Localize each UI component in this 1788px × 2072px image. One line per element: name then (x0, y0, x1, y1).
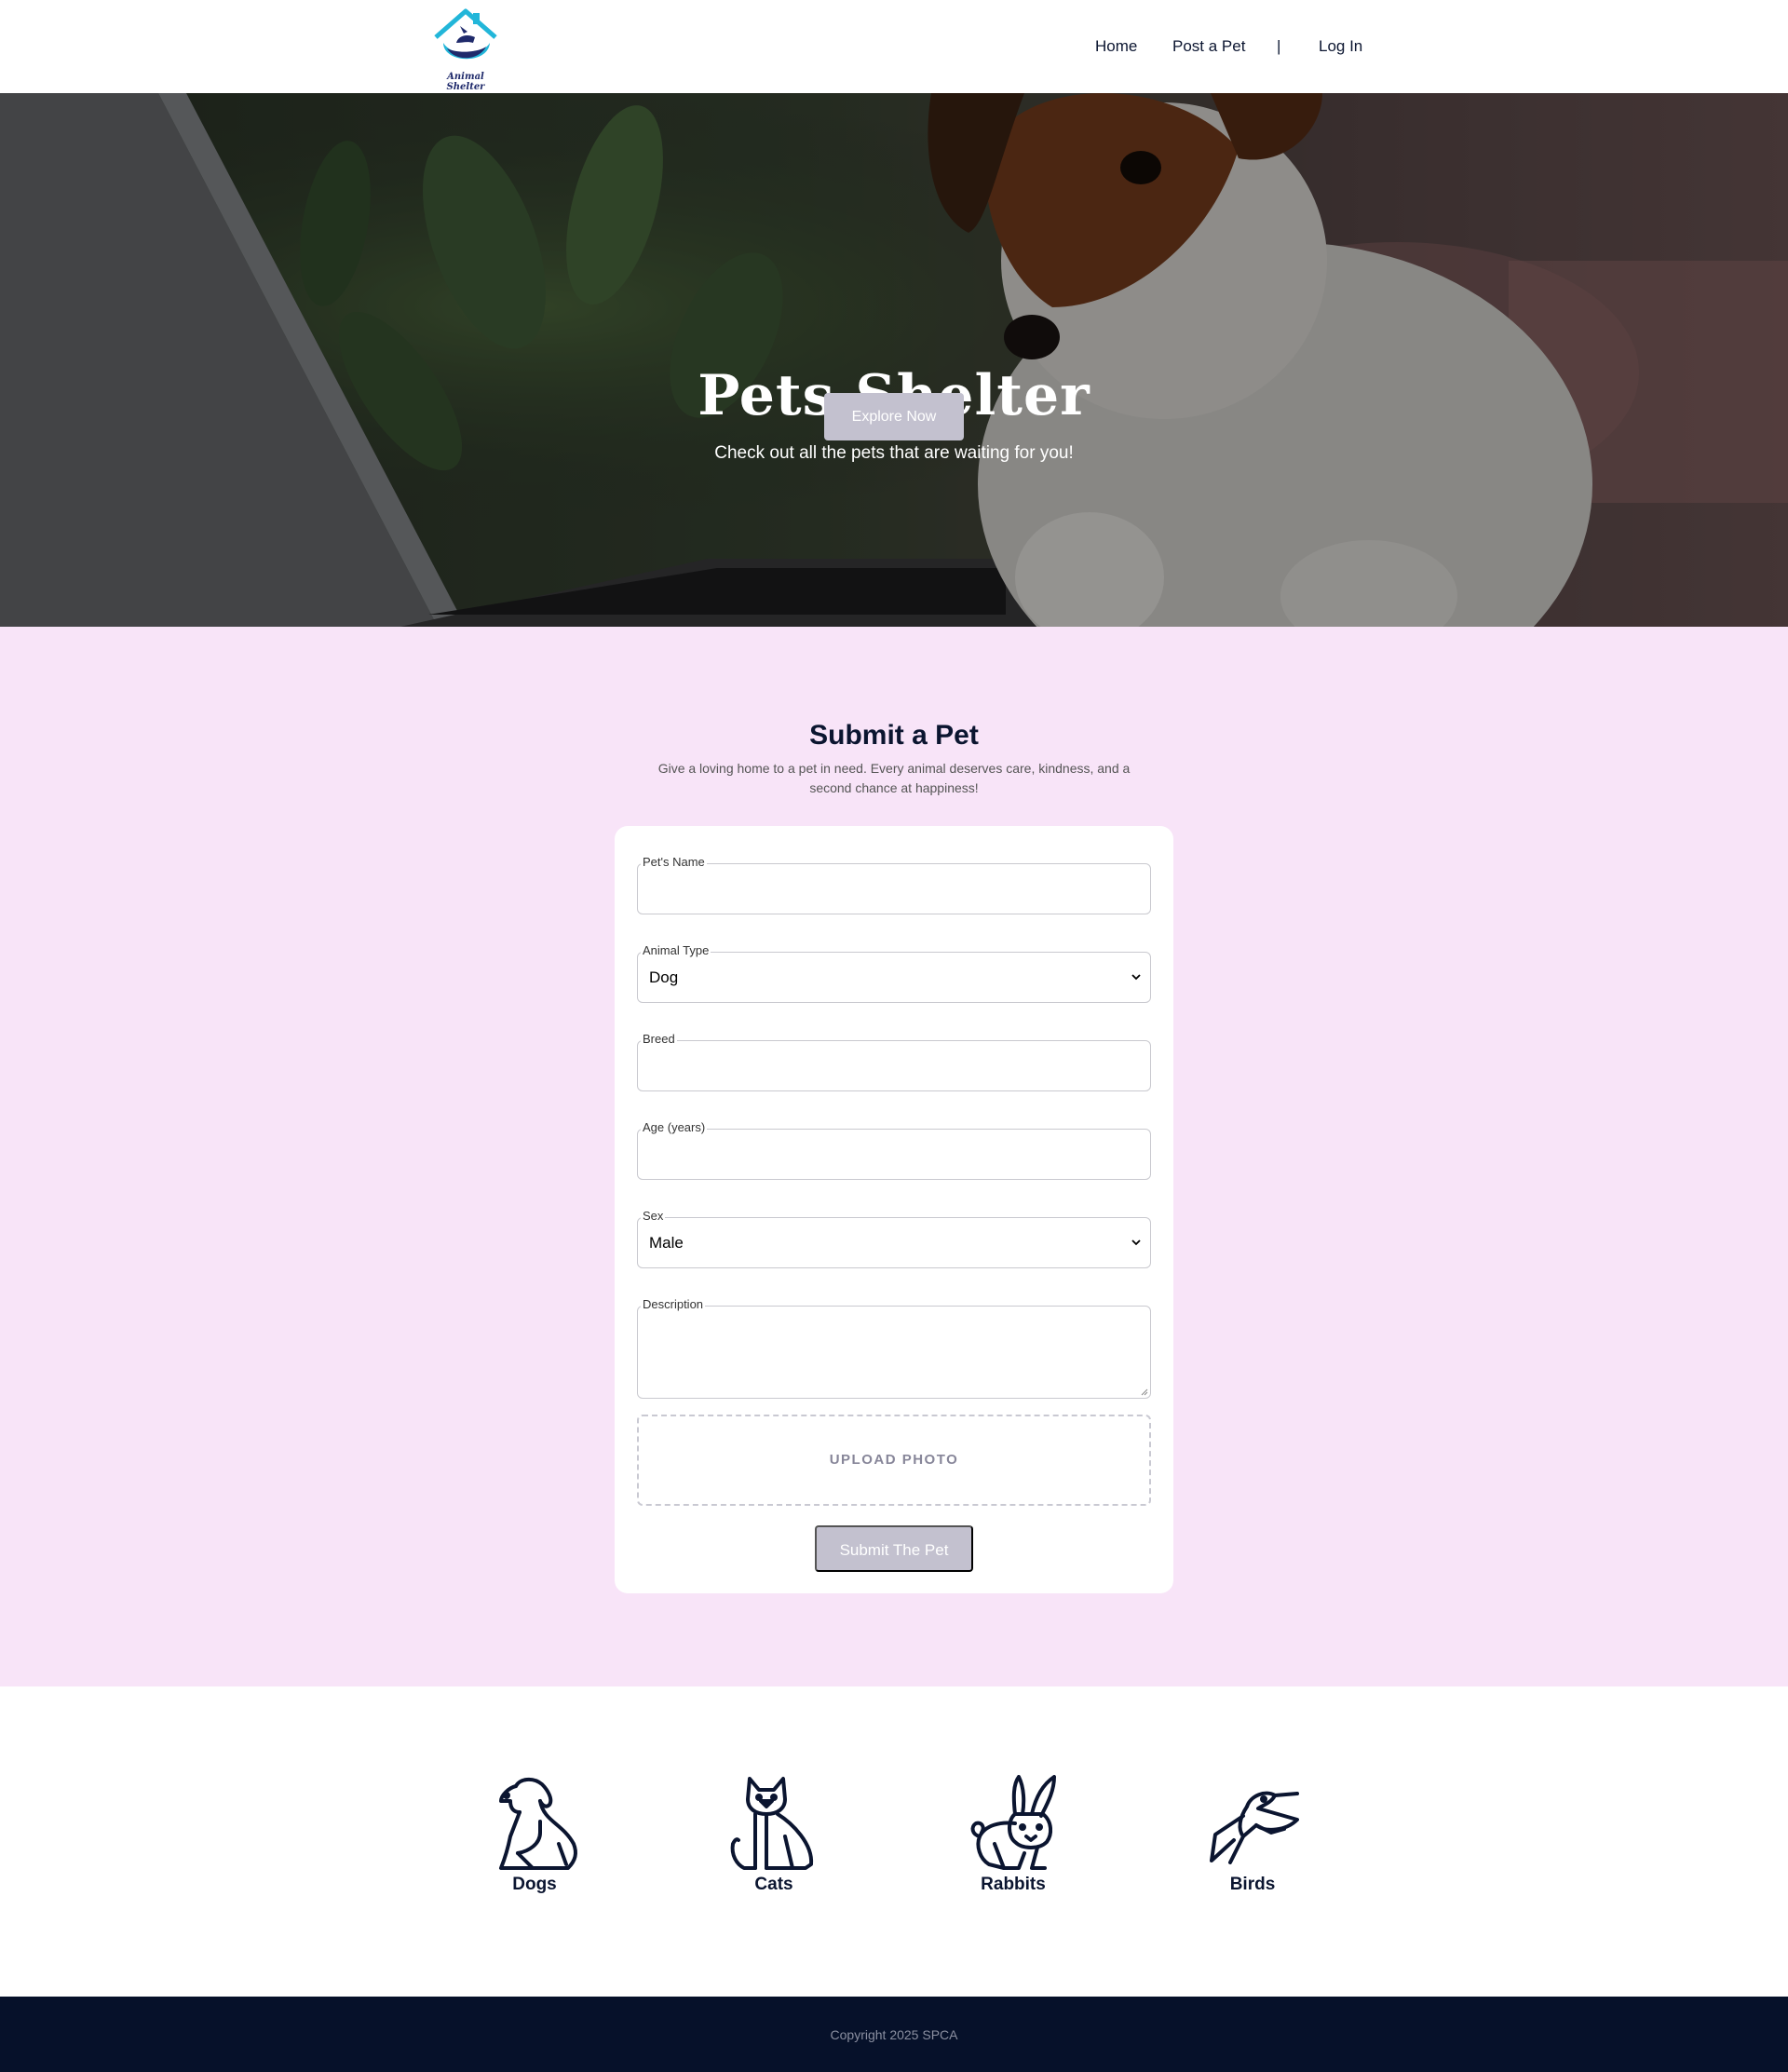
submit-pet-section: Submit a Pet Give a loving home to a pet… (0, 627, 1788, 1686)
sex-select[interactable]: Sex Male (637, 1209, 1151, 1268)
site-header: Animal Shelter Home Post a Pet | Log In (0, 0, 1788, 93)
category-dogs[interactable]: Dogs (469, 1775, 600, 1895)
submit-pet-description: Give a loving home to a pet in need. Eve… (657, 761, 1131, 795)
rabbit-icon (970, 1775, 1056, 1870)
pet-name-label: Pet's Name (641, 855, 707, 870)
logo-house-icon (434, 8, 497, 60)
animal-shelter-logo[interactable]: Animal Shelter (427, 6, 505, 92)
upload-photo-dropzone[interactable]: UPLOAD PHOTO (637, 1415, 1151, 1506)
category-birds[interactable]: Birds (1187, 1775, 1318, 1895)
hero-subtitle: Check out all the pets that are waiting … (714, 443, 1074, 463)
chevron-down-icon (1131, 974, 1141, 981)
submit-pet-title: Submit a Pet (809, 720, 979, 751)
breed-label: Breed (641, 1032, 677, 1047)
chevron-down-icon (1131, 1239, 1141, 1246)
category-dogs-label: Dogs (512, 1875, 557, 1894)
submit-pet-form: Pet's Name Animal Type Dog Breed Age (ye… (615, 826, 1173, 1593)
age-field[interactable]: Age (years) (637, 1120, 1151, 1180)
description-textarea[interactable]: Description (637, 1297, 1151, 1399)
copyright-text: Copyright 2025 SPCA (830, 2027, 958, 2042)
nav-home-link[interactable]: Home (1095, 37, 1137, 56)
dog-icon (499, 1778, 577, 1870)
sex-label: Sex (641, 1209, 666, 1224)
pet-categories: Dogs Cats Rabbits Birds (0, 1686, 1788, 1997)
site-footer: Copyright 2025 SPCA (0, 1997, 1788, 2072)
category-cats[interactable]: Cats (709, 1775, 839, 1895)
bird-icon (1210, 1791, 1299, 1864)
breed-field[interactable]: Breed (637, 1032, 1151, 1091)
hero-banner: Pets Shelter Check out all the pets that… (0, 93, 1788, 627)
sex-value: Male (649, 1234, 684, 1252)
resize-handle-icon[interactable] (1140, 1388, 1148, 1396)
submit-the-pet-button[interactable]: Submit The Pet (815, 1525, 973, 1572)
category-rabbits-label: Rabbits (981, 1875, 1046, 1894)
explore-now-button[interactable]: Explore Now (824, 393, 964, 440)
category-birds-label: Birds (1229, 1875, 1276, 1894)
nav-login-link[interactable]: Log In (1319, 37, 1362, 56)
animal-type-value: Dog (649, 968, 679, 986)
nav-post-a-pet-link[interactable]: Post a Pet (1172, 37, 1245, 56)
logo-text: Animal Shelter (446, 72, 485, 92)
animal-type-select[interactable]: Animal Type Dog (637, 943, 1151, 1003)
age-label: Age (years) (641, 1120, 708, 1135)
animal-type-label: Animal Type (641, 943, 711, 958)
hero-background-image (0, 93, 1788, 627)
category-cats-label: Cats (754, 1875, 793, 1894)
nav-separator: | (1277, 37, 1281, 55)
pet-name-field[interactable]: Pet's Name (637, 855, 1151, 914)
cat-icon (730, 1777, 814, 1870)
category-rabbits[interactable]: Rabbits (948, 1775, 1078, 1895)
description-label: Description (641, 1297, 706, 1312)
